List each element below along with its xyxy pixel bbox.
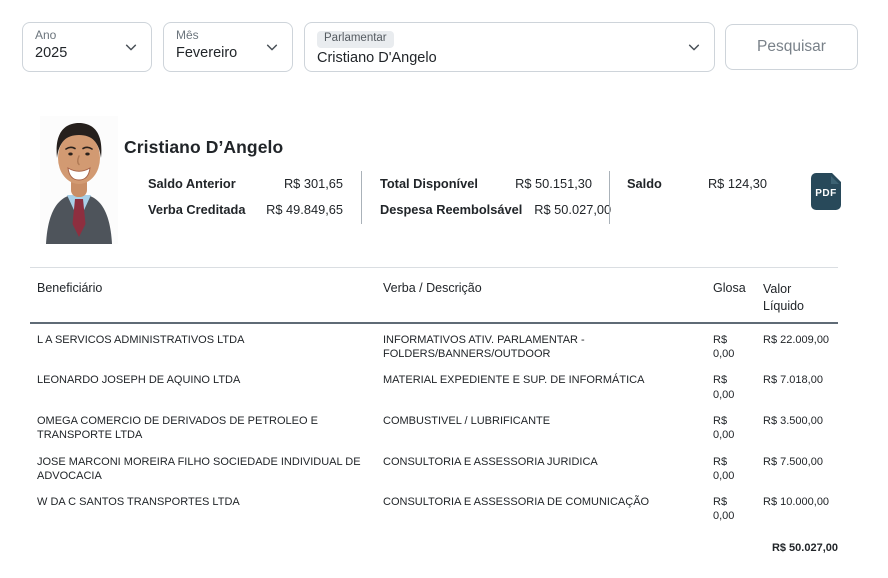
- cell-verba: COMBUSTIVEL / LUBRIFICANTE: [383, 414, 551, 427]
- table-row: OMEGA COMERCIO DE DERIVADOS DE PETROLEO …: [30, 405, 838, 446]
- saldo-label: Saldo: [627, 176, 662, 191]
- chevron-down-icon: [125, 44, 137, 51]
- cell-beneficiario: L A SERVICOS ADMINISTRATIVOS LTDA: [37, 333, 245, 346]
- header-glosa: Glosa: [713, 266, 763, 324]
- cell-valor: R$ 10.000,00: [763, 496, 830, 509]
- total-disponivel-label: Total Disponível: [380, 176, 478, 191]
- cell-beneficiario: LEONARDO JOSEPH DE AQUINO LTDA: [37, 374, 241, 387]
- summary-row-saldo: Saldo R$ 124,30: [627, 171, 767, 197]
- parliamentarian-name: Cristiano D’Angelo: [124, 137, 284, 157]
- pdf-icon-label: PDF: [815, 188, 837, 199]
- total-disponivel-value: R$ 50.151,30: [515, 176, 592, 191]
- table-row: L A SERVICOS ADMINISTRATIVOS LTDA INFORM…: [30, 323, 838, 365]
- profile-section: Cristiano D’Angelo Saldo Anterior R$ 301…: [40, 116, 888, 244]
- total-valor-liquido: R$ 50.027,00: [771, 541, 838, 554]
- cell-valor: R$ 22.009,00: [763, 333, 830, 346]
- summary-row-verba-creditada: Verba Creditada R$ 49.849,65: [148, 197, 343, 223]
- summary-row-total-disponivel: Total Disponível R$ 50.151,30: [380, 171, 592, 197]
- year-select[interactable]: Ano 2025: [22, 22, 152, 72]
- table-total-row: R$ 50.027,00: [30, 527, 838, 561]
- filter-bar: Ano 2025 Mês Fevereiro Parlamentar Crist…: [0, 0, 888, 72]
- cell-valor: R$ 7.018,00: [763, 374, 823, 387]
- saldo-value: R$ 124,30: [707, 176, 767, 191]
- cell-verba: CONSULTORIA E ASSESSORIA DE COMUNICAÇÃO: [383, 496, 650, 509]
- year-select-label: Ano: [35, 28, 57, 42]
- month-select[interactable]: Mês Fevereiro: [163, 22, 293, 72]
- cell-verba: CONSULTORIA E ASSESSORIA JURIDICA: [383, 455, 598, 468]
- parliamentarian-select-value: Cristiano D'Angelo: [317, 49, 437, 66]
- despesa-reembolsavel-label: Despesa Reembolsável: [380, 202, 523, 218]
- cell-beneficiario: OMEGA COMERCIO DE DERIVADOS DE PETROLEO …: [37, 414, 318, 442]
- verba-creditada-label: Verba Creditada: [148, 202, 246, 218]
- saldo-anterior-label: Saldo Anterior: [148, 176, 236, 191]
- expenses-table: Beneficiário Verba / Descrição Glosa Val…: [30, 266, 838, 561]
- cell-glosa: R$ 0,00: [713, 496, 735, 523]
- table-header-row: Beneficiário Verba / Descrição Glosa Val…: [30, 266, 838, 324]
- parliamentarian-select-label: Parlamentar: [317, 31, 394, 48]
- pdf-file-icon: PDF: [811, 172, 842, 210]
- profile-info: Cristiano D’Angelo Saldo Anterior R$ 301…: [124, 116, 842, 244]
- chevron-down-icon: [688, 44, 700, 51]
- summary-divider: [361, 171, 362, 224]
- header-beneficiario: Beneficiário: [30, 266, 383, 324]
- cell-beneficiario: JOSE MARCONI MOREIRA FILHO SOCIEDADE IND…: [37, 455, 361, 482]
- pdf-download-button[interactable]: PDF: [811, 172, 842, 210]
- search-button[interactable]: Pesquisar: [725, 24, 858, 70]
- year-select-value: 2025: [35, 45, 68, 61]
- parliamentarian-photo: [40, 116, 118, 244]
- saldo-anterior-value: R$ 301,65: [283, 176, 343, 191]
- summary-row-despesa-reembolsavel: Despesa Reembolsável R$ 50.027,00: [380, 197, 611, 223]
- despesa-reembolsavel-value: R$ 50.027,00: [534, 202, 612, 218]
- summary-row-saldo-anterior: Saldo Anterior R$ 301,65: [148, 171, 343, 197]
- chevron-down-icon: [266, 44, 278, 51]
- summary-divider: [609, 171, 610, 224]
- header-valor-liquido: Valor Líquido: [763, 266, 838, 324]
- cell-valor: R$ 7.500,00: [763, 455, 823, 468]
- financial-summary: Saldo Anterior R$ 301,65 Verba Creditada…: [148, 171, 842, 224]
- table-row: LEONARDO JOSEPH DE AQUINO LTDA MATERIAL …: [30, 364, 838, 405]
- cell-glosa: R$ 0,00: [713, 414, 735, 442]
- cell-glosa: R$ 0,00: [713, 455, 735, 482]
- month-select-label: Mês: [176, 28, 199, 42]
- month-select-value: Fevereiro: [176, 45, 238, 61]
- verba-creditada-value: R$ 49.849,65: [266, 202, 343, 218]
- header-verba-descricao: Verba / Descrição: [383, 266, 713, 324]
- cell-valor: R$ 3.500,00: [763, 414, 823, 427]
- parliamentarian-select[interactable]: Parlamentar Cristiano D'Angelo: [304, 22, 715, 72]
- table-row: JOSE MARCONI MOREIRA FILHO SOCIEDADE IND…: [30, 446, 838, 487]
- cell-beneficiario: W DA C SANTOS TRANSPORTES LTDA: [37, 496, 240, 509]
- cell-verba: MATERIAL EXPEDIENTE E SUP. DE INFORMÁTIC…: [383, 374, 645, 387]
- cell-glosa: R$ 0,00: [713, 333, 735, 361]
- table-row: W DA C SANTOS TRANSPORTES LTDA CONSULTOR…: [30, 486, 838, 527]
- cell-glosa: R$ 0,00: [713, 374, 735, 401]
- cell-verba: INFORMATIVOS ATIV. PARLAMENTAR - FOLDERS…: [383, 333, 585, 361]
